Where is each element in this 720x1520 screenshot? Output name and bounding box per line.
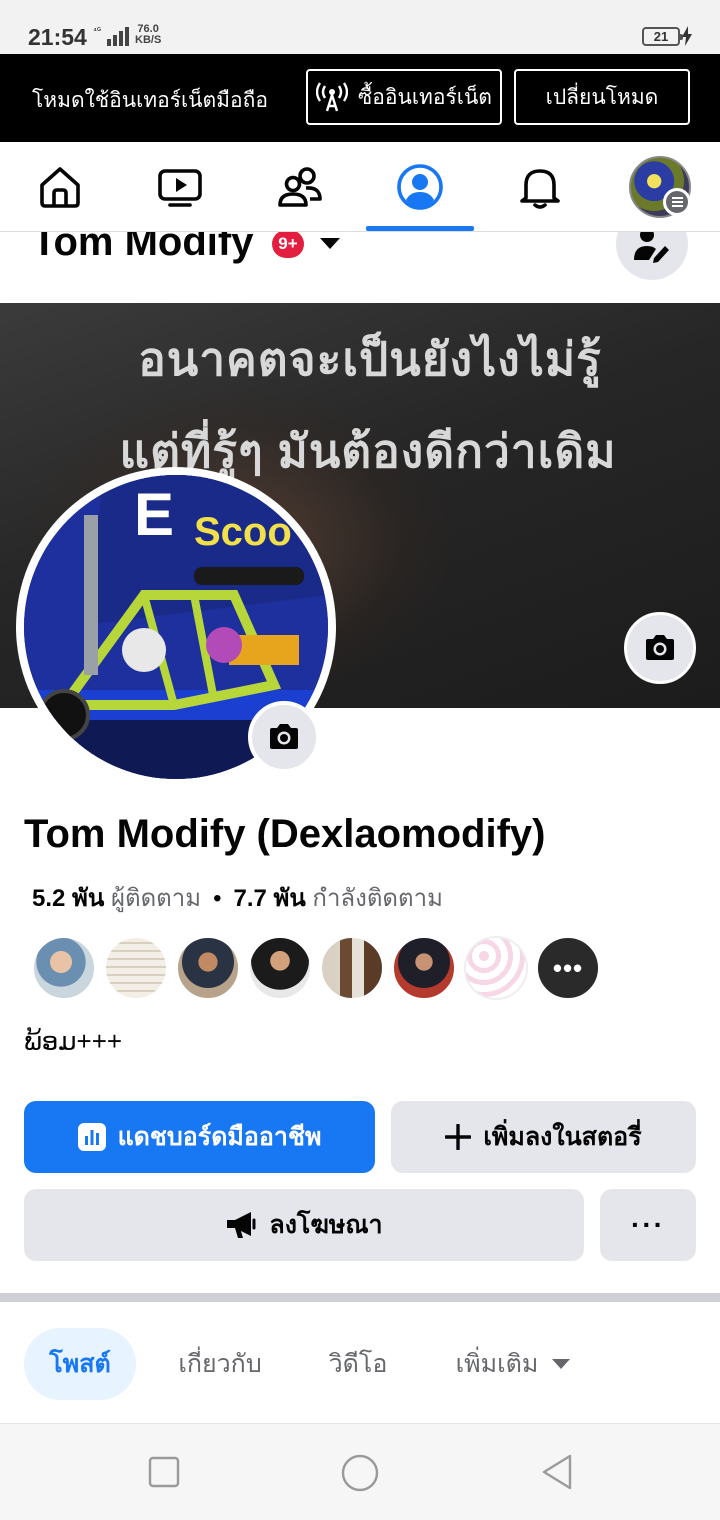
svg-text:E: E xyxy=(134,481,174,548)
following-label: กำลังติดตาม xyxy=(312,885,443,912)
network-speed: 76.0 KB/S xyxy=(135,24,161,46)
more-options-button[interactable]: ··· xyxy=(600,1189,696,1261)
charging-icon xyxy=(682,26,692,46)
active-tab-indicator xyxy=(366,226,474,231)
friend-avatar[interactable] xyxy=(104,936,168,1000)
separator-dot: • xyxy=(213,885,222,912)
system-navigation-bar xyxy=(0,1423,720,1520)
tab-videos[interactable]: วิดีโอ xyxy=(322,1328,394,1400)
dashboard-icon xyxy=(77,1123,106,1151)
more-friends-button[interactable]: ••• xyxy=(536,936,600,1000)
mobile-data-label: โหมดใช้อินเทอร์เน็ตมือถือ xyxy=(32,89,268,112)
svg-text:⁴ᴳ: ⁴ᴳ xyxy=(93,26,101,35)
cover-text-line-1: อนาคตจะเป็นยังไงไม่รู้ xyxy=(138,333,602,385)
menu-icon[interactable] xyxy=(663,188,691,216)
nav-home[interactable] xyxy=(5,142,115,232)
buy-internet-button[interactable]: ซื้ออินเทอร์เน็ต xyxy=(306,69,502,125)
tab-about[interactable]: เกี่ยวกับ xyxy=(170,1328,270,1400)
friend-avatar[interactable] xyxy=(176,936,240,1000)
more-dots-icon: ••• xyxy=(552,952,584,983)
followers-count[interactable]: 5.2 พัน xyxy=(32,885,104,912)
friend-avatar[interactable] xyxy=(392,936,456,1000)
mobile-data-banner: โหมดใช้อินเทอร์เน็ตมือถือ ซื้ออินเทอร์เน… xyxy=(0,54,720,142)
followers-label: ผู้ติดตาม xyxy=(110,885,202,912)
nav-friends[interactable] xyxy=(245,142,355,232)
notification-badge: 9+ xyxy=(272,230,304,258)
advertise-button[interactable]: ลงโฆษณา xyxy=(24,1189,584,1261)
megaphone-icon xyxy=(227,1212,256,1238)
advertise-label: ลงโฆษณา xyxy=(269,1211,383,1239)
profile-icon xyxy=(397,164,443,210)
notifications-icon xyxy=(520,169,560,209)
tab-posts-label: โพสต์ xyxy=(49,1350,111,1378)
cover-text-line-2: แต่ที่รู้ๆ มันต้องดีกว่าเดิม xyxy=(119,425,617,477)
battery-icon: 21 xyxy=(642,27,683,46)
profile-name: Tom Modify (Dexlaomodify) xyxy=(24,812,546,856)
top-nav xyxy=(0,142,720,232)
section-divider xyxy=(0,1293,720,1302)
switch-mode-button[interactable]: เปลี่ยนโหมด xyxy=(514,69,690,125)
add-story-label: เพิ่มลงในสตอรี่ xyxy=(483,1123,642,1151)
friends-icon xyxy=(278,167,322,207)
nav-watch[interactable] xyxy=(125,142,235,232)
edit-cover-button[interactable] xyxy=(624,612,696,684)
back-icon[interactable] xyxy=(540,1454,574,1490)
chevron-down-icon[interactable] xyxy=(320,238,340,249)
switch-mode-label: เปลี่ยนโหมด xyxy=(545,85,659,109)
professional-dashboard-button[interactable]: แดชบอร์ดมืออาชีพ xyxy=(24,1101,375,1173)
nav-profile[interactable] xyxy=(365,142,475,232)
tab-more[interactable]: เพิ่มเติม xyxy=(448,1328,578,1400)
nav-notifications[interactable] xyxy=(485,142,595,232)
camera-icon xyxy=(270,724,298,749)
plus-icon xyxy=(445,1124,472,1150)
home-icon xyxy=(40,167,80,208)
chevron-down-icon xyxy=(552,1359,571,1369)
following-count[interactable]: 7.7 พัน xyxy=(233,885,305,912)
tab-about-label: เกี่ยวกับ xyxy=(178,1350,262,1378)
tab-more-label: เพิ่มเติม xyxy=(455,1350,539,1378)
tab-videos-label: วิดีโอ xyxy=(328,1350,388,1378)
add-to-story-button[interactable]: เพิ่มลงในสตอรี่ xyxy=(391,1101,696,1173)
home-button-icon[interactable] xyxy=(341,1454,379,1492)
friend-avatar[interactable] xyxy=(32,936,96,1000)
follow-stats: 5.2 พัน ผู้ติดตาม • 7.7 พัน กำลังติดตาม xyxy=(32,878,443,917)
recent-apps-icon[interactable] xyxy=(148,1456,180,1488)
watch-icon xyxy=(158,169,202,207)
friend-avatar[interactable] xyxy=(248,936,312,1000)
friend-avatar[interactable] xyxy=(464,936,528,1000)
broadcast-icon xyxy=(316,82,349,112)
dashboard-label: แดชบอร์ดมืออาชีพ xyxy=(117,1123,322,1151)
camera-icon xyxy=(646,635,674,660)
profile-bio: ພ້ອມ+++ xyxy=(24,1026,123,1056)
more-options-icon: ··· xyxy=(631,1209,665,1240)
speed-unit: KB/S xyxy=(135,34,162,46)
edit-profile-picture-button[interactable] xyxy=(248,701,320,773)
svg-text:Scoo: Scoo xyxy=(194,510,292,554)
signal-icon: ⁴ᴳ xyxy=(93,26,129,46)
buy-internet-label: ซื้ออินเทอร์เน็ต xyxy=(358,85,492,109)
status-time: 21:54 xyxy=(28,24,87,50)
status-bar: 21:54 ⁴ᴳ 76.0 KB/S 21 xyxy=(0,0,720,54)
tab-posts[interactable]: โพสต์ xyxy=(24,1328,136,1400)
friend-avatar[interactable] xyxy=(320,936,384,1000)
